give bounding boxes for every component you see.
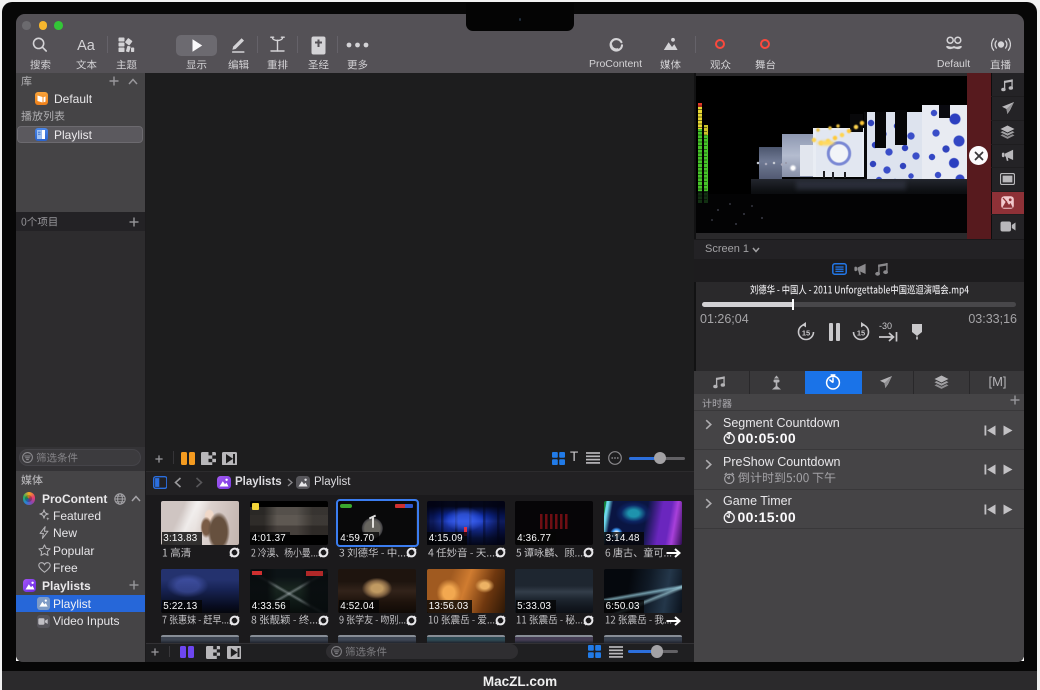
svg-text:-30: -30	[879, 321, 892, 331]
svg-text:15: 15	[802, 328, 810, 337]
svg-text:15: 15	[857, 328, 865, 337]
